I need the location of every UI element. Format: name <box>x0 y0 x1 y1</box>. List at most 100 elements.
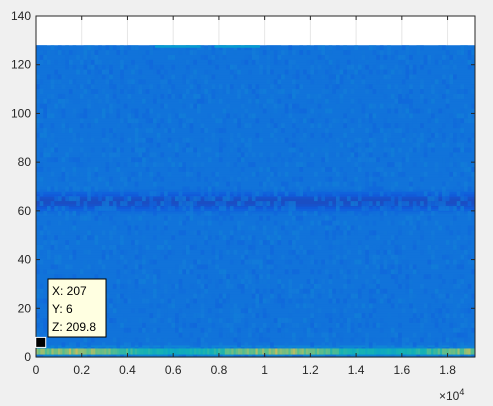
heatmap-texture <box>248 84 252 90</box>
heatmap-texture <box>182 318 186 323</box>
heatmap-texture <box>449 162 454 168</box>
heatmap-texture <box>339 64 344 70</box>
heatmap-texture <box>416 142 421 148</box>
heatmap-texture <box>295 64 300 70</box>
heatmap-texture <box>368 137 373 143</box>
heatmap-texture <box>332 254 336 260</box>
heatmap-texture <box>248 235 252 241</box>
heatmap-texture <box>39 137 44 143</box>
heatmap-texture <box>292 220 296 226</box>
heatmap-texture <box>325 64 329 70</box>
heatmap-texture <box>281 157 285 163</box>
heatmap-texture <box>251 303 256 309</box>
heatmap-texture <box>471 293 475 299</box>
heatmap-texture <box>215 254 219 260</box>
heatmap-texture <box>36 84 40 90</box>
heatmap-texture <box>335 274 340 280</box>
heatmap-texture <box>306 59 311 65</box>
heatmap-texture <box>295 84 300 90</box>
heatmap-texture <box>303 162 307 168</box>
heatmap-texture <box>456 303 461 309</box>
heatmap-texture <box>292 244 296 250</box>
heatmap-texture <box>401 254 406 260</box>
datatip-marker[interactable] <box>35 336 47 348</box>
heatmap-texture <box>361 79 366 85</box>
heatmap-texture <box>281 298 285 304</box>
heatmap-texture <box>460 205 465 211</box>
heatmap-texture <box>229 215 234 221</box>
x-tick-label: 1.2 <box>302 363 319 377</box>
heatmap-texture <box>453 274 457 280</box>
heatmap-texture <box>200 249 205 255</box>
heatmap-texture <box>453 303 457 309</box>
heatmap-texture <box>178 98 183 104</box>
heatmap-texture <box>453 118 457 124</box>
heatmap-texture <box>442 162 446 168</box>
heatmap-texture <box>295 249 300 255</box>
heatmap-texture <box>420 230 424 236</box>
heatmap-texture <box>387 132 391 138</box>
heatmap-texture <box>178 308 183 314</box>
heatmap-texture <box>467 147 472 153</box>
heatmap-texture <box>138 201 143 206</box>
heatmap-texture <box>131 118 135 124</box>
heatmap-texture <box>409 176 413 182</box>
heatmap-texture <box>346 64 351 70</box>
heatmap-texture <box>409 298 413 304</box>
heatmap-texture <box>200 162 205 168</box>
heatmap-texture <box>207 74 212 80</box>
heatmap-texture <box>196 103 201 109</box>
y-tick-label: 0 <box>24 350 31 364</box>
heatmap-texture <box>292 249 296 255</box>
heatmap-texture <box>156 225 161 231</box>
heatmap-texture <box>215 201 219 206</box>
heatmap-texture <box>61 93 66 99</box>
heatmap-texture <box>427 249 432 255</box>
heatmap-texture <box>310 123 315 129</box>
heatmap-texture <box>211 186 216 192</box>
heatmap-texture <box>211 244 216 250</box>
heatmap-texture <box>339 269 344 275</box>
heatmap-texture <box>379 205 384 211</box>
heatmap-texture <box>438 74 443 80</box>
heatmap-texture <box>251 293 256 299</box>
heatmap-texture <box>112 69 117 75</box>
heatmap-texture <box>376 157 380 163</box>
heatmap-texture <box>273 89 278 94</box>
heatmap-texture <box>387 205 391 211</box>
heatmap-texture <box>72 196 77 202</box>
heatmap-texture <box>54 142 58 148</box>
heatmap-texture <box>409 186 413 192</box>
heatmap-texture <box>229 322 234 328</box>
heatmap-texture <box>57 254 62 260</box>
heatmap-texture <box>120 235 124 241</box>
heatmap-texture <box>365 201 369 206</box>
heatmap-texture <box>266 215 271 221</box>
heatmap-texture <box>379 186 384 192</box>
heatmap-texture <box>240 220 245 226</box>
heatmap-texture <box>379 128 384 133</box>
heatmap-texture <box>248 244 252 250</box>
heatmap-texture <box>138 254 143 260</box>
heatmap-texture <box>229 205 234 211</box>
heatmap-texture <box>259 259 263 265</box>
heatmap-texture <box>339 322 344 328</box>
heatmap-texture <box>105 205 110 211</box>
heatmap-texture <box>61 210 66 216</box>
heatmap-texture <box>237 186 241 192</box>
heatmap-texture <box>281 283 285 289</box>
heatmap-texture <box>434 244 439 250</box>
heatmap-texture <box>262 201 267 206</box>
heatmap-texture <box>222 322 227 328</box>
heatmap-texture <box>123 269 128 275</box>
heatmap-texture <box>368 84 373 90</box>
heatmap-texture <box>76 98 80 104</box>
heatmap-texture <box>259 201 263 206</box>
heatmap-texture <box>207 308 212 314</box>
heatmap-texture <box>412 64 417 70</box>
heatmap-texture <box>442 293 446 299</box>
heatmap-texture <box>167 322 172 328</box>
heatmap-texture <box>149 152 154 158</box>
heatmap-texture <box>164 205 168 211</box>
heatmap-texture <box>36 186 40 192</box>
